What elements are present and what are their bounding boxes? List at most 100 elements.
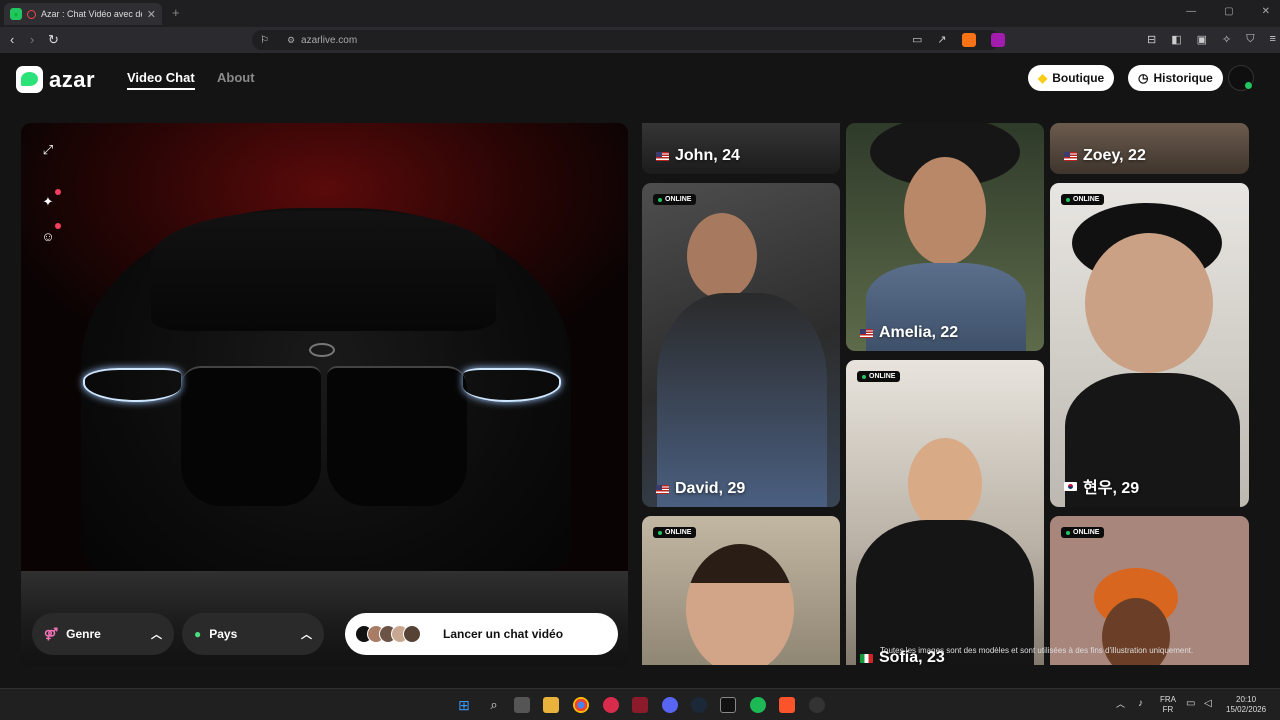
nav-video-chat[interactable]: Video Chat [127,70,195,90]
mini-avatar [403,625,421,643]
profile-card[interactable]: ONLINE Sofia, 23 [846,360,1044,665]
person-photo [686,544,794,665]
maximize-button[interactable]: ▢ [1224,6,1233,17]
volume-icon[interactable]: ◁ [1204,699,1212,709]
azar-logo[interactable]: azar [16,66,95,93]
app-icon[interactable] [809,697,825,713]
brave-shields-icon[interactable] [961,33,976,47]
launch-video-chat-button[interactable]: Lancer un chat vidéo [345,613,618,655]
app-icon[interactable] [720,697,736,713]
genre-label: Genre [66,627,101,641]
historique-button[interactable]: ◷ Historique [1128,65,1223,91]
search-icon[interactable]: ⌕ [486,697,502,713]
profile-card[interactable]: ONLINE David, 29 [642,183,840,507]
chevron-up-icon: ︿ [301,629,312,641]
wallet-icon[interactable]: ▣ [1197,33,1207,46]
person-photo [687,213,757,299]
clock-icon: ◷ [1138,71,1149,85]
launch-label: Lancer un chat vidéo [443,627,564,641]
cast-icon[interactable]: ▭ [912,33,922,47]
pays-dropdown[interactable]: ● Pays ︿ [182,613,324,655]
browser-toolbar: ‹ › ↻ ⚐ ⚙ azarlive.com ▭ ↗ ⊟ ◧ ▣ ✧ ⛉ ≡ [0,27,1280,53]
profile-card[interactable]: ONLINE [1050,516,1249,665]
menu-icon[interactable]: ≡ [1270,33,1276,46]
profile-card[interactable]: ONLINE 현우, 29 [1050,183,1249,507]
us-flag-icon [656,151,669,161]
profile-name: David, 29 [656,480,745,498]
logo-text: azar [49,66,96,92]
brave-rewards-icon[interactable] [990,33,1005,47]
online-badge: ONLINE [653,194,697,205]
minimize-button[interactable]: — [1186,6,1196,17]
video-preview-panel: ⤢ ✦ ☺ ⚤ Genre ︿ ● Pays ︿ Lancer un chat … [21,123,628,665]
new-tab-button[interactable]: + [172,5,180,20]
back-icon[interactable]: ‹ [10,32,14,47]
browser-tab[interactable]: ● Azar : Chat Vidéo avec de no ✕ [4,3,162,25]
forward-icon[interactable]: › [30,32,34,47]
disclaimer-text: Toutes les images sont des modèles et so… [880,646,1194,655]
windows-start-icon[interactable]: ⊞ [456,697,472,713]
os-taskbar: ⊞ ⌕ ︿ ♪ FRA FR ▭ ◁ 20:10 15/02/2026 [0,688,1280,720]
recording-icon [27,9,36,19]
leo-ai-icon[interactable]: ✧ [1222,33,1231,46]
discord-icon[interactable] [662,697,678,713]
bookmark-icon[interactable]: ⚐ [260,35,269,46]
url-actions: ▭ ↗ [912,33,1005,47]
online-badge: ONLINE [857,371,901,382]
chevron-up-icon[interactable]: ︿ [1116,699,1125,709]
online-badge: ONLINE [1061,194,1105,205]
spotify-icon[interactable] [750,697,766,713]
genre-dropdown[interactable]: ⚤ Genre ︿ [32,613,174,655]
app-icon[interactable] [603,697,619,713]
url-text: azarlive.com [301,34,358,46]
car-badge [309,343,335,357]
site-info-icon[interactable]: ⚙ [287,35,295,46]
share-icon[interactable]: ↗ [937,33,946,47]
browser-menu-icons: ⊟ ◧ ▣ ✧ ⛉ ≡ [1147,33,1276,46]
task-view-icon[interactable] [514,697,530,713]
face-filter-icon[interactable]: ☺ [40,228,56,244]
profile-card[interactable]: ONLINE [642,516,840,665]
boutique-button[interactable]: ◆ Boutique [1028,65,1115,91]
clock[interactable]: 20:10 15/02/2026 [1226,695,1266,715]
person-photo [856,520,1034,665]
car-windshield [151,211,496,331]
us-flag-icon [656,484,669,494]
close-window-button[interactable]: ✕ [1262,6,1270,17]
tab-title: Azar : Chat Vidéo avec de no [41,9,142,19]
app-header: azar Video Chat About ◆ Boutique ◷ Histo… [0,53,1280,113]
fullscreen-icon[interactable]: ⤢ [40,142,56,158]
car-grille-left [181,366,321,506]
network-icon[interactable]: ▭ [1186,699,1195,709]
pays-label: Pays [209,627,238,641]
app-icon[interactable] [632,697,648,713]
address-field[interactable]: ⚐ ⚙ azarlive.com [252,30,1000,50]
profile-name: Amelia, 22 [860,324,958,342]
effects-wand-icon[interactable]: ✦ [40,194,56,210]
microphone-icon[interactable]: ♪ [1138,699,1143,709]
tab-search-icon[interactable]: ⊟ [1147,33,1156,46]
online-status-dot [1244,81,1253,90]
it-flag-icon [860,653,873,663]
profile-card[interactable]: Amelia, 22 [846,123,1044,351]
chrome-icon[interactable] [573,697,589,713]
profile-name: 현우, 29 [1064,474,1139,498]
azar-favicon-icon: ● [10,8,22,20]
file-explorer-icon[interactable] [543,697,559,713]
boutique-label: Boutique [1052,71,1105,85]
steam-icon[interactable] [691,697,707,713]
kr-flag-icon [1064,481,1077,491]
language-indicator[interactable]: FRA FR [1160,695,1176,715]
brave-icon[interactable] [779,697,795,713]
person-photo [657,293,827,507]
vpn-icon[interactable]: ⛉ [1246,33,1254,46]
profile-card[interactable]: John, 24 [642,123,840,174]
gender-icon: ⚤ [44,627,59,641]
reload-icon[interactable]: ↻ [48,32,59,48]
us-flag-icon [1064,151,1077,161]
nav-about[interactable]: About [217,70,255,85]
sidebar-icon[interactable]: ◧ [1171,33,1181,46]
profile-card[interactable]: Zoey, 22 [1050,123,1249,174]
tab-close-icon[interactable]: ✕ [147,8,156,21]
gem-icon: ◆ [1038,71,1048,85]
